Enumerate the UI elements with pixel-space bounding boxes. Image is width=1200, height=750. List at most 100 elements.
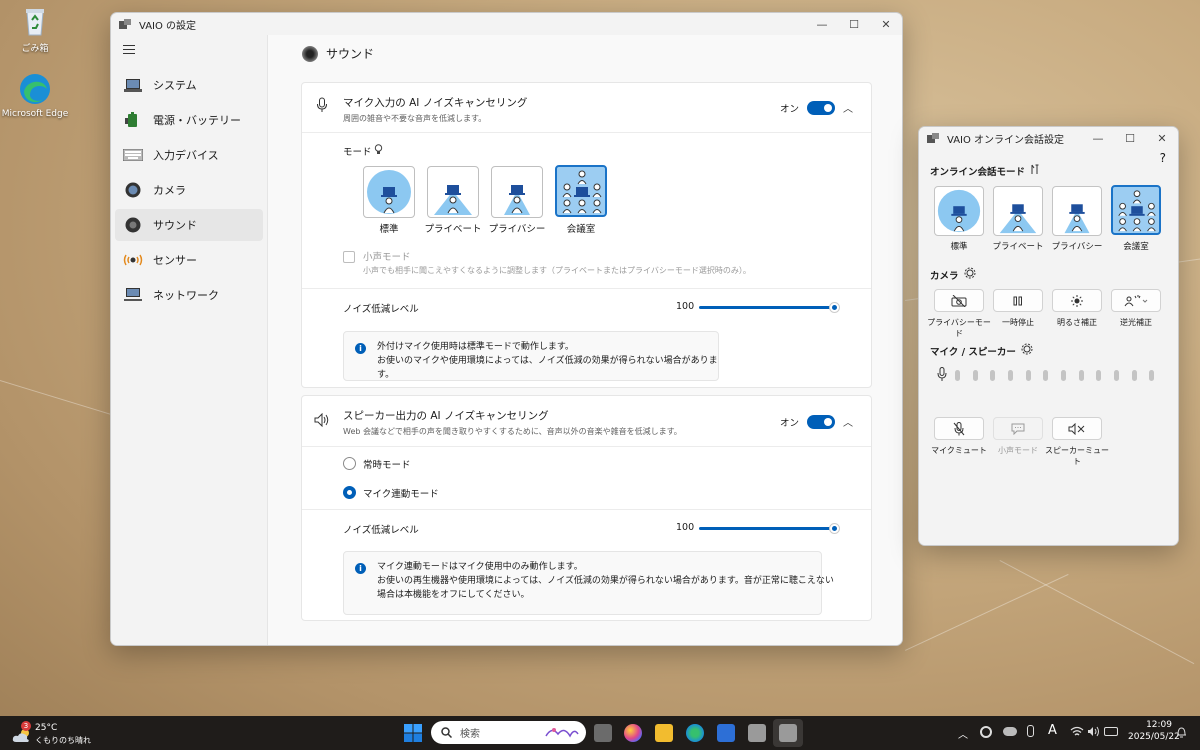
onedrive-icon[interactable] [1003,727,1017,736]
camera-privacy-button[interactable] [934,289,984,312]
desktop-icon-recycle-bin[interactable]: ごみ箱 [0,4,70,54]
mode-tile-standard[interactable] [363,166,415,218]
minimize-button[interactable]: — [1082,127,1114,149]
noise-level-slider-track [699,527,835,530]
menu-icon[interactable] [123,45,135,55]
vaio-online-taskbar-icon [779,724,797,742]
tray-chevron-icon[interactable]: ︿ [958,726,968,741]
mic-mute-icon [953,421,965,435]
file-explorer-icon[interactable] [655,724,673,742]
battery-icon[interactable] [1104,727,1118,736]
window-title: VAIO の設定 [139,20,197,32]
desktop-icon-edge[interactable]: Microsoft Edge [0,72,70,119]
gear-icon[interactable] [964,267,976,282]
task-view-icon[interactable] [594,724,612,742]
nav-item-sound[interactable]: サウンド [115,209,263,241]
mode-label-private: プライベート [424,224,482,235]
nav-item-input-devices[interactable]: 入力デバイス [115,139,263,171]
mode-tile-privacy[interactable] [491,166,543,218]
pause-icon [1013,296,1022,305]
camera-brightness-button[interactable] [1052,289,1102,312]
info-icon: i [355,343,366,354]
clock[interactable]: 12:09 2025/05/22 [1128,720,1180,742]
nav-label: 電源・バッテリー [153,114,241,127]
mic-card-title: マイク入力の AI ノイズキャンセリング [343,97,528,109]
mic-level-bar [1043,370,1049,381]
nav-item-network[interactable]: ネットワーク [115,279,263,311]
mic-level-bar [1096,370,1102,381]
mode-standard-icon [937,189,981,233]
speaker-noise-cancel-toggle[interactable] [807,414,835,429]
vaio-settings-taskbar-icon[interactable] [748,724,766,742]
mic-mute-button[interactable] [934,417,984,440]
small-voice-button[interactable] [993,417,1043,440]
mode-label-privacy: プライバシー [1051,242,1103,252]
mic-in-use-icon[interactable] [1027,725,1034,737]
online-mode-tile-privacy[interactable] [1052,186,1102,236]
wifi-icon[interactable] [1070,726,1084,740]
store-icon[interactable] [717,724,735,742]
mic-level-bar [1061,370,1066,381]
close-button[interactable]: ✕ [870,13,902,35]
nav-item-camera[interactable]: カメラ [115,174,263,206]
desktop-icon-label: ごみ箱 [21,44,49,54]
vaio-app-icon [119,18,131,29]
noise-level-value: 100 [676,301,695,312]
edge-icon[interactable] [686,724,704,742]
small-voice-checkbox[interactable] [343,251,355,263]
vaio-app-icon [927,132,939,143]
online-mode-tile-standard[interactable] [934,186,984,236]
window-title: VAIO オンライン会話設定 [947,134,1065,146]
speaker-mute-button[interactable] [1052,417,1102,440]
online-mode-tile-private[interactable] [993,186,1043,236]
sync-icon[interactable] [980,726,992,738]
edge-icon [18,72,52,106]
section-title: オンライン会話モード [930,167,1026,178]
copilot-icon[interactable] [624,724,642,742]
mode-label-private: プライベート [992,242,1044,252]
vaio-online-taskbar-button[interactable] [773,719,803,747]
help-button[interactable]: ? [1160,151,1166,165]
mode-tile-meeting-room[interactable] [555,165,607,217]
noise-level-slider-track [699,306,835,309]
chevron-up-icon[interactable]: ︿ [843,100,853,115]
mic-linked-mode-radio[interactable] [343,486,356,499]
always-mode-radio[interactable] [343,457,356,470]
online-mode-tile-meeting-room[interactable] [1111,185,1161,235]
mode-standard-icon [367,170,411,214]
search-icon [441,727,452,738]
small-voice-description: 小声でも相手に聞こえやすくなるように調整します（プライベートまたはプライバシーモ… [363,266,751,275]
nav-item-system[interactable]: システム [115,69,263,101]
gear-icon[interactable] [1021,343,1033,358]
nav-label: ネットワーク [153,289,219,302]
maximize-button[interactable]: ☐ [1114,127,1146,149]
minimize-button[interactable]: — [806,13,838,35]
mode-tile-private[interactable] [427,166,479,218]
nav-item-power-battery[interactable]: 電源・バッテリー [115,104,263,136]
mode-label-standard: 標準 [379,224,399,235]
mode-privacy-icon [1064,204,1090,234]
tools-icon[interactable] [1030,164,1040,178]
volume-icon[interactable] [1087,726,1101,740]
nav-label: サウンド [153,219,197,232]
search-highlight-icon [545,728,579,738]
speaker-noise-level-row: ノイズ低減レベル 100 [302,509,871,546]
camera-backlight-button[interactable] [1111,289,1161,312]
taskbar-search[interactable]: 検索 [431,721,586,744]
info-line-3: 場合は本機能をオフにしてください。 [377,590,530,600]
maximize-button[interactable]: ☐ [838,13,870,35]
noise-level-label: ノイズ低減レベル [343,304,419,315]
mic-noise-cancel-toggle[interactable] [807,100,835,115]
start-icon[interactable] [404,724,422,742]
noise-level-slider-thumb[interactable] [829,302,840,313]
small-voice-label: 小声モード [363,252,411,263]
nav-item-sensor[interactable]: センサー [115,244,263,276]
close-button[interactable]: ✕ [1146,127,1178,149]
camera-pause-button[interactable] [993,289,1043,312]
mic-level-bar [1025,370,1031,381]
ime-indicator[interactable]: A [1048,723,1057,738]
noise-level-slider-thumb[interactable] [829,523,840,534]
sidebar: システム 電源・バッテリー 入力デバイス カメラ サウンド センサー ネットワー… [111,35,267,645]
notification-bell-icon[interactable] [1176,726,1187,741]
chevron-up-icon[interactable]: ︿ [843,414,853,429]
